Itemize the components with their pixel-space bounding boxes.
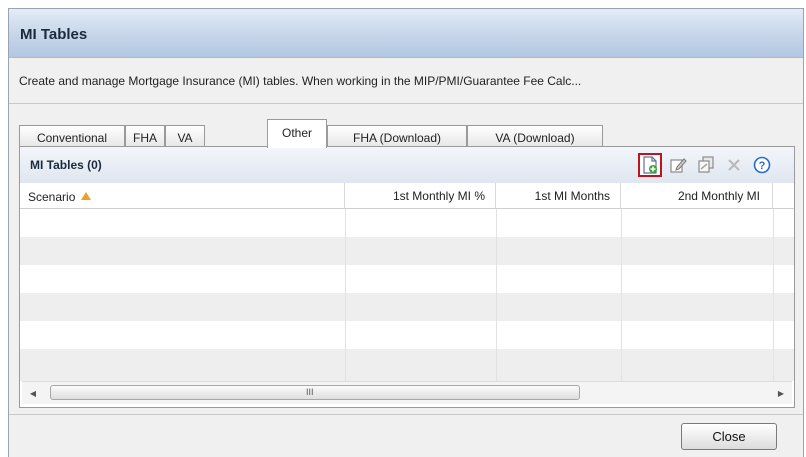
grid-header: Scenario 1st Monthly MI % 1st MI Months … bbox=[20, 183, 794, 209]
column-header-1st-monthly-mi[interactable]: 1st Monthly MI % bbox=[345, 183, 496, 208]
dialog-title-bar: MI Tables bbox=[9, 9, 803, 58]
tab-va[interactable]: VA bbox=[165, 125, 205, 147]
scrollbar-grip: III bbox=[306, 387, 314, 397]
tab-other[interactable]: Other bbox=[267, 119, 327, 148]
dialog-description: Create and manage Mortgage Insurance (MI… bbox=[19, 74, 582, 88]
tab-va-download[interactable]: VA (Download) bbox=[467, 125, 603, 147]
panel-header: MI Tables (0) ? bbox=[20, 147, 794, 184]
footer-divider bbox=[9, 414, 803, 415]
column-header-2nd-monthly-mi[interactable]: 2nd Monthly MI bbox=[621, 183, 773, 208]
tab-fha[interactable]: FHA bbox=[125, 125, 165, 147]
help-icon[interactable]: ? bbox=[750, 153, 774, 177]
table-row bbox=[20, 209, 794, 237]
column-divider bbox=[773, 209, 774, 381]
mi-tables-dialog: MI Tables Create and manage Mortgage Ins… bbox=[8, 8, 804, 457]
panel-title: MI Tables (0) bbox=[30, 158, 102, 172]
column-divider bbox=[345, 209, 346, 381]
column-header-scenario[interactable]: Scenario bbox=[20, 183, 345, 208]
tab-conventional[interactable]: Conventional bbox=[19, 125, 125, 147]
scroll-left-icon[interactable]: ◀ bbox=[24, 382, 42, 404]
table-row bbox=[20, 349, 794, 381]
delete-icon[interactable] bbox=[722, 153, 746, 177]
svg-text:?: ? bbox=[759, 160, 766, 172]
sort-ascending-icon bbox=[81, 189, 92, 203]
grid-body bbox=[20, 209, 794, 381]
column-divider bbox=[621, 209, 622, 381]
divider bbox=[9, 103, 803, 104]
column-header-1st-mi-months[interactable]: 1st MI Months bbox=[496, 183, 621, 208]
scrollbar-thumb[interactable]: III bbox=[50, 385, 580, 400]
scroll-right-icon[interactable]: ▶ bbox=[772, 382, 790, 404]
table-row bbox=[20, 293, 794, 321]
close-button[interactable]: Close bbox=[681, 423, 777, 450]
duplicate-icon[interactable] bbox=[694, 153, 718, 177]
horizontal-scrollbar[interactable]: ◀ III ▶ bbox=[22, 381, 792, 404]
tab-fha-download[interactable]: FHA (Download) bbox=[327, 125, 467, 147]
table-row bbox=[20, 237, 794, 265]
edit-icon[interactable] bbox=[666, 153, 690, 177]
new-icon[interactable] bbox=[638, 153, 662, 177]
table-row bbox=[20, 321, 794, 349]
column-label-scenario: Scenario bbox=[28, 190, 76, 204]
dialog-title: MI Tables bbox=[20, 26, 88, 43]
column-divider bbox=[496, 209, 497, 381]
table-row bbox=[20, 265, 794, 293]
mi-tables-panel: MI Tables (0) ? Scenario 1st Monthly MI … bbox=[19, 146, 795, 408]
panel-toolbar: ? bbox=[638, 153, 790, 177]
